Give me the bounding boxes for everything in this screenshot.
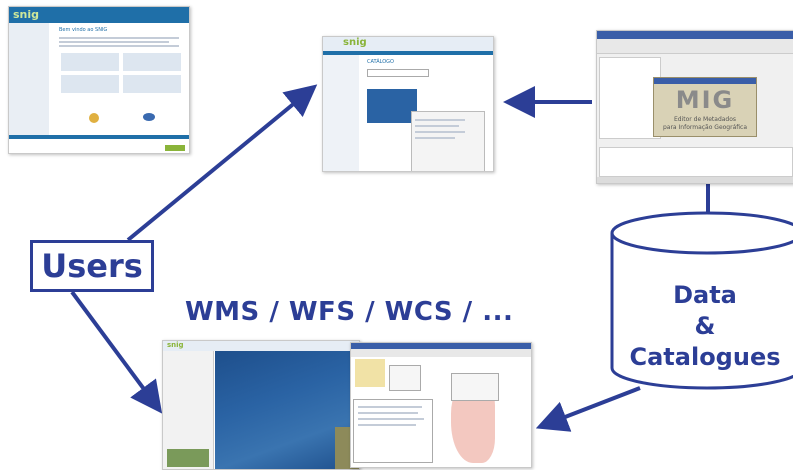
catalog-logo: snig xyxy=(343,37,367,48)
editor-subtitle-2: para Informação Geográfica xyxy=(662,124,748,131)
portal-logo: snig xyxy=(13,8,40,21)
portal-heading: Bem vindo ao SNIG xyxy=(59,27,108,33)
portal-screenshot: snig Bem vindo ao SNIG xyxy=(8,6,190,154)
protocols-label: WMS / WFS / WCS / ... xyxy=(185,297,514,327)
editor-screenshot: MIG Editor de Metadados para Informação … xyxy=(596,30,793,184)
database-label: Data & Catalogues xyxy=(610,280,793,373)
database-label-ampersand: & xyxy=(694,312,716,340)
metadata-text-panel xyxy=(353,399,433,463)
arrow-database-to-viewer xyxy=(535,386,641,432)
metadata-map-screenshot xyxy=(350,342,532,468)
editor-subtitle-1: Editor de Metadados xyxy=(673,116,737,123)
viewer-screenshot: snig xyxy=(162,340,360,470)
database-label-data: Data xyxy=(673,281,737,309)
catalog-heading: CATÁLOGO xyxy=(367,59,394,65)
users-label-box: Users xyxy=(30,240,154,292)
catalog-map-thumbnail xyxy=(367,89,417,123)
catalog-screenshot: snig CATÁLOGO xyxy=(322,36,494,172)
arrow-users-to-viewer xyxy=(70,290,163,414)
viewer-logo: snig xyxy=(167,341,184,349)
editor-splash: MIG Editor de Metadados para Informação … xyxy=(653,77,757,137)
portal-sidebar xyxy=(9,23,49,139)
users-label: Users xyxy=(41,247,143,285)
database-label-catalogues: Catalogues xyxy=(629,343,781,371)
editor-logo: MIG xyxy=(675,86,735,114)
editor-record-table xyxy=(599,57,661,139)
